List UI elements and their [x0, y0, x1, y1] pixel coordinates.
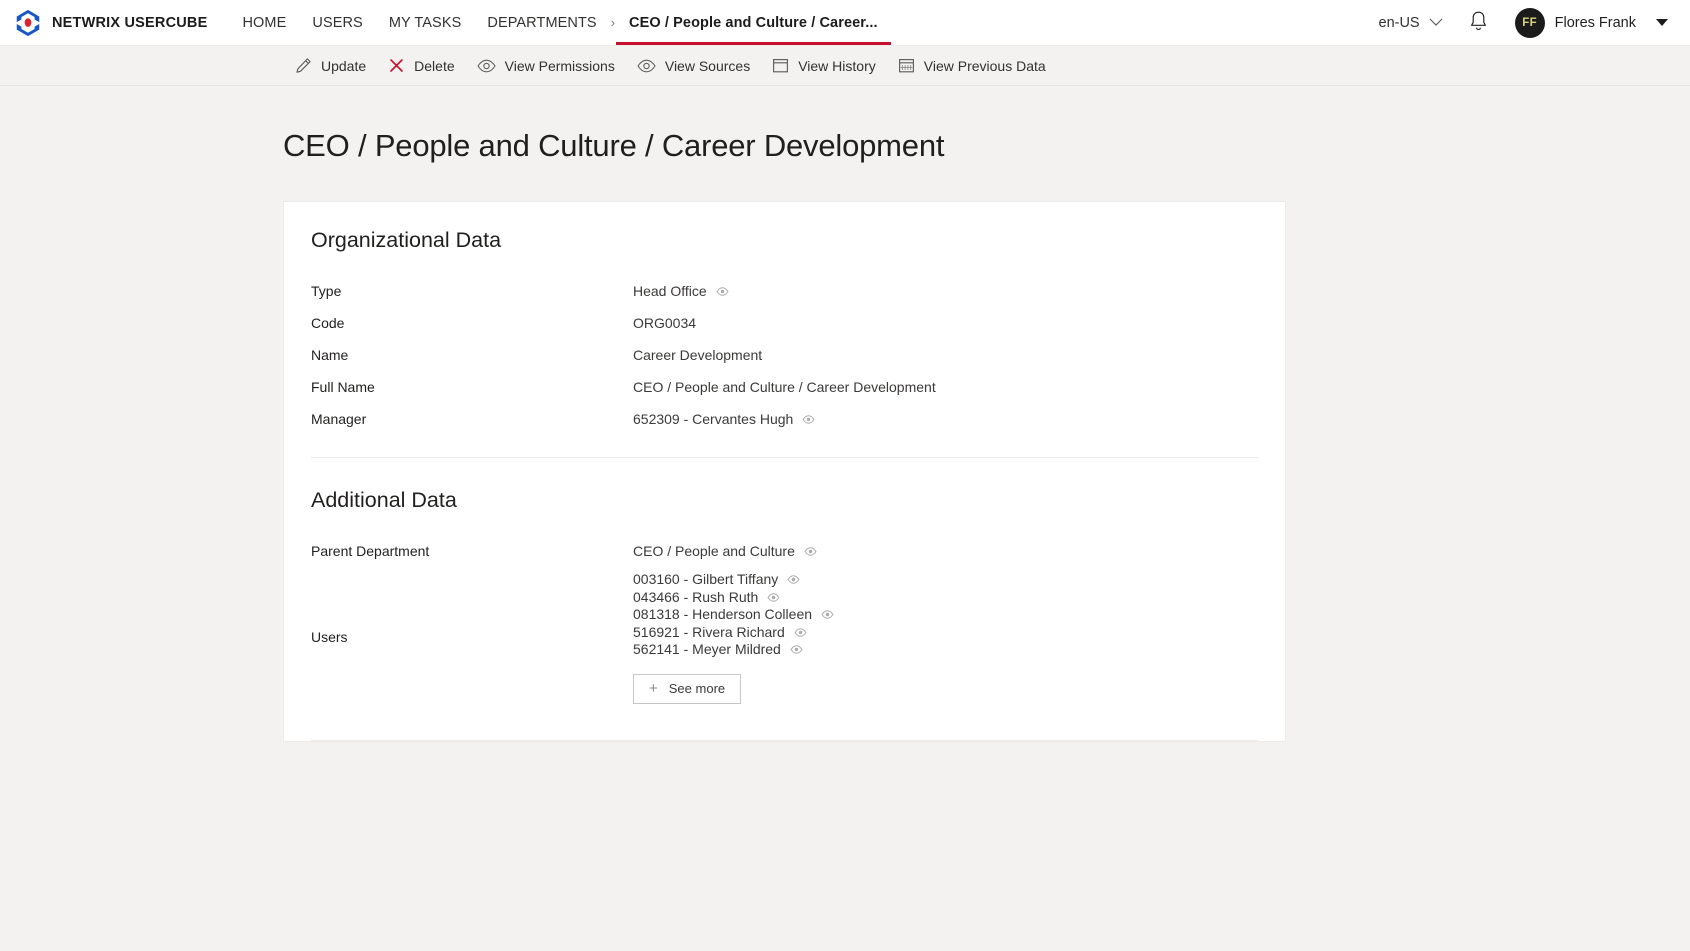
pencil-icon — [295, 57, 312, 74]
avatar: FF — [1514, 7, 1545, 38]
field-users: Users 003160 - Gilbert Tiffany 043466 - … — [311, 567, 1258, 708]
eye-icon[interactable] — [767, 593, 780, 602]
field-name: Name Career Development — [311, 339, 1258, 371]
field-value-text: Career Development — [633, 347, 763, 363]
eye-icon — [476, 59, 496, 73]
user-menu[interactable]: FF Flores Frank — [1501, 0, 1676, 45]
view-previous-data-button[interactable]: View Previous Data — [887, 50, 1057, 82]
eye-icon[interactable] — [790, 645, 803, 654]
field-value-text: 652309 - Cervantes Hugh — [633, 411, 794, 427]
eye-icon — [637, 59, 656, 73]
view-permissions-button[interactable]: View Permissions — [466, 50, 626, 82]
view-permissions-label: View Permissions — [504, 57, 615, 74]
list-item: 043466 - Rush Ruth — [633, 589, 834, 607]
view-history-label: View History — [798, 57, 876, 74]
command-bar: Update Delete View Permissions View Sour… — [0, 46, 1690, 86]
notifications-button[interactable] — [1457, 0, 1501, 45]
field-value-text: Head Office — [633, 283, 707, 299]
plus-icon: + — [649, 680, 658, 697]
breadcrumb-current-item[interactable]: CEO / People and Culture / Career... — [616, 0, 891, 45]
field-value: CEO / People and Culture — [633, 543, 817, 559]
nav-item-users[interactable]: USERS — [299, 0, 375, 45]
field-label: Full Name — [311, 379, 375, 395]
users-value-list: 003160 - Gilbert Tiffany 043466 - Rush R… — [633, 567, 834, 708]
details-card: Organizational Data Type Head Office Cod… — [283, 201, 1286, 742]
field-parent-department: Parent Department CEO / People and Cultu… — [311, 535, 1258, 567]
brand-home-link[interactable]: NETWRIX USERCUBE — [0, 0, 207, 45]
chevron-down-icon — [1429, 18, 1443, 27]
brand-name: NETWRIX USERCUBE — [52, 14, 208, 31]
section-divider — [311, 457, 1258, 458]
view-sources-label: View Sources — [664, 57, 751, 74]
field-value: ORG0034 — [633, 315, 696, 331]
field-label: Manager — [311, 411, 367, 427]
calendar-icon — [772, 57, 789, 74]
eye-icon[interactable] — [794, 628, 807, 637]
eye-icon[interactable] — [802, 414, 815, 424]
update-label: Update — [321, 57, 367, 74]
field-label: Name — [311, 347, 349, 363]
field-value-text: CEO / People and Culture — [633, 543, 795, 559]
list-item: 516921 - Rivera Richard — [633, 624, 834, 642]
eye-icon[interactable] — [787, 575, 800, 584]
eye-icon[interactable] — [716, 286, 729, 296]
field-full-name: Full Name CEO / People and Culture / Car… — [311, 371, 1258, 403]
user-value-text: 043466 - Rush Ruth — [633, 588, 759, 605]
user-value-text: 562141 - Meyer Mildred — [633, 641, 781, 657]
user-value-text: 516921 - Rivera Richard — [633, 623, 785, 640]
list-item: 003160 - Gilbert Tiffany — [633, 571, 834, 589]
field-type: Type Head Office — [311, 275, 1258, 307]
calendar-grid-icon — [898, 57, 915, 74]
delete-button[interactable]: Delete — [377, 50, 465, 82]
user-name-label: Flores Frank — [1554, 14, 1636, 31]
eye-icon[interactable] — [804, 546, 817, 556]
nav-item-home[interactable]: HOME — [229, 0, 299, 45]
field-value: Career Development — [633, 347, 762, 363]
section-additional-data: Additional Data Parent Department CEO / … — [311, 488, 1258, 718]
hexagon-logo-icon — [13, 8, 43, 38]
eye-icon[interactable] — [821, 610, 834, 619]
field-label: Code — [311, 315, 345, 331]
field-manager: Manager 652309 - Cervantes Hugh — [311, 403, 1258, 435]
field-label: Type — [311, 283, 342, 299]
section-organizational-data: Organizational Data Type Head Office Cod… — [311, 228, 1258, 445]
top-navigation-bar: NETWRIX USERCUBE HOME USERS MY TASKS DEP… — [0, 0, 1690, 46]
list-item: 562141 - Meyer Mildred — [633, 641, 834, 659]
language-label: en-US — [1378, 14, 1420, 31]
field-label: Parent Department — [311, 543, 430, 559]
view-history-button[interactable]: View History — [761, 50, 887, 82]
see-more-button[interactable]: + See more — [633, 673, 742, 704]
nav-item-departments[interactable]: DEPARTMENTS — [474, 0, 609, 45]
nav-item-my-tasks[interactable]: MY TASKS — [376, 0, 475, 45]
caret-down-icon — [1656, 19, 1668, 26]
nav-right-cluster: en-US FF Flores Frank — [1365, 0, 1690, 45]
main-nav: HOME USERS MY TASKS DEPARTMENTS › CEO / … — [229, 0, 891, 45]
bell-icon — [1469, 10, 1488, 36]
page-title: CEO / People and Culture / Career Develo… — [283, 128, 945, 163]
page-content: CEO / People and Culture / Career Develo… — [0, 86, 1690, 950]
field-value: 652309 - Cervantes Hugh — [633, 411, 815, 427]
close-x-icon — [388, 57, 405, 74]
field-value: Head Office — [633, 283, 729, 299]
card-bottom-divider — [311, 739, 1258, 741]
section-title: Organizational Data — [311, 228, 502, 252]
see-more-label: See more — [668, 681, 726, 696]
field-value: CEO / People and Culture / Career Develo… — [633, 379, 936, 395]
delete-label: Delete — [414, 57, 455, 74]
field-value-text: CEO / People and Culture / Career Develo… — [633, 379, 936, 395]
field-value-text: ORG0034 — [633, 315, 697, 331]
language-selector[interactable]: en-US — [1365, 0, 1457, 45]
field-code: Code ORG0034 — [311, 307, 1258, 339]
view-sources-button[interactable]: View Sources — [626, 50, 761, 82]
user-value-text: 003160 - Gilbert Tiffany — [633, 571, 779, 587]
section-title: Additional Data — [311, 488, 457, 512]
view-previous-data-label: View Previous Data — [923, 57, 1046, 74]
user-value-text: 081318 - Henderson Colleen — [633, 606, 813, 622]
field-label: Users — [311, 629, 348, 646]
list-item: 081318 - Henderson Colleen — [633, 606, 834, 624]
update-button[interactable]: Update — [284, 50, 377, 82]
